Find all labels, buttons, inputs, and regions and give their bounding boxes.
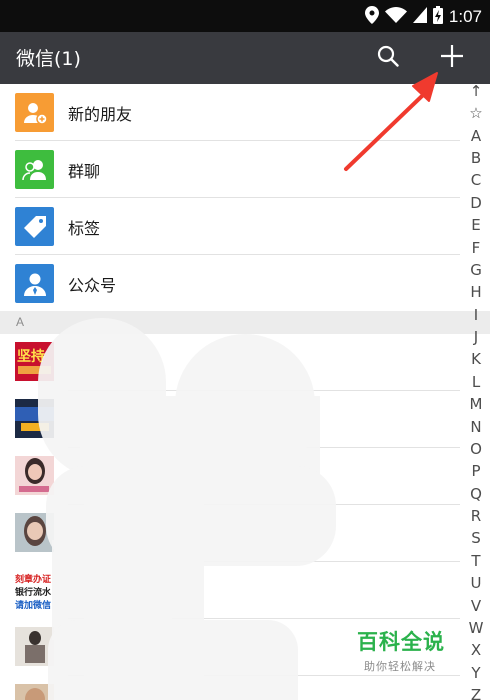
tag-icon [15,207,54,246]
tags-label: 标签 [68,219,101,238]
index-letter[interactable]: J [463,328,489,346]
group-chat-icon [15,150,54,189]
alphabet-index-bar[interactable]: ↑ ☆ A B C D E F G H I J K L M N O P Q R S T U V W X Y Z [463,82,489,700]
app-title: 微信(1) [16,48,81,70]
index-letter[interactable]: K [463,350,489,368]
wifi-icon [384,7,407,27]
battery-charging-icon [432,6,443,28]
status-icons: 1:07 [364,6,482,28]
index-letter[interactable]: ↑ [463,82,489,100]
index-letter[interactable]: Q [463,485,489,503]
plus-icon [440,44,464,72]
avatar-text-line-2: 银行流水 [15,588,52,598]
index-letter[interactable]: ☆ [463,104,489,122]
index-letter[interactable]: C [463,171,489,189]
contact-avatar [15,456,54,495]
status-bar: 1:07 [0,0,490,32]
index-letter[interactable]: M [463,395,489,413]
index-letter[interactable]: X [463,641,489,659]
index-letter[interactable]: W [463,619,489,637]
index-letter[interactable]: E [463,216,489,234]
index-letter[interactable]: R [463,507,489,525]
watermark-logo: 百科全说 助你轻松解决 [357,626,457,674]
watermark-title: 百科全说 [357,630,445,654]
official-accounts-label: 公众号 [68,276,117,295]
index-letter[interactable]: T [463,552,489,570]
search-icon [377,45,399,71]
index-letter[interactable]: U [463,574,489,592]
section-header-letter: A [16,315,25,329]
index-letter[interactable]: Z [463,686,489,700]
contact-avatar: 刻章办证 银行流水 请加微信 [15,570,54,609]
new-friends-icon [15,93,54,132]
index-letter[interactable]: I [463,306,489,324]
index-letter[interactable]: G [463,261,489,279]
index-letter[interactable]: F [463,239,489,257]
index-letter[interactable]: D [463,194,489,212]
index-letter[interactable]: H [463,283,489,301]
avatar-text-line-1: 刻章办证 [15,575,52,585]
index-letter[interactable]: P [463,462,489,480]
group-chat-label: 群聊 [68,162,101,181]
plus-button[interactable] [436,42,468,74]
app-bar: 微信(1) [0,32,490,84]
index-letter[interactable]: S [463,529,489,547]
tags-row[interactable]: 标签 [0,198,460,255]
index-letter[interactable]: L [463,373,489,391]
new-friends-label: 新的朋友 [68,105,133,124]
cellular-signal-icon [412,7,427,27]
official-account-icon [15,264,54,303]
index-letter[interactable]: N [463,418,489,436]
official-accounts-row[interactable]: 公众号 [0,255,460,312]
index-letter[interactable]: A [463,127,489,145]
group-chat-row[interactable]: 群聊 [0,141,460,198]
location-icon [364,6,379,28]
index-letter[interactable]: O [463,440,489,458]
avatar-text-line-3: 请加微信 [15,601,52,609]
index-letter[interactable]: V [463,597,489,615]
status-time: 1:07 [448,7,482,26]
watermark-subtitle: 助你轻松解决 [364,660,436,673]
new-friends-row[interactable]: 新的朋友 [0,84,460,141]
contacts-list: 新的朋友 群聊 标签 公众号 [0,84,460,312]
search-button[interactable] [372,42,404,74]
index-letter[interactable]: Y [463,664,489,682]
index-letter[interactable]: B [463,149,489,167]
